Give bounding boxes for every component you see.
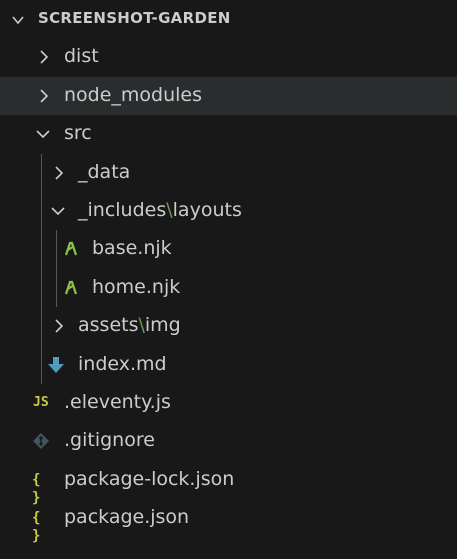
tree-item-data[interactable]: _data [0,154,457,192]
tree-item-src[interactable]: src [0,115,457,153]
tree-item-label: src [64,122,92,144]
chevron-right-icon[interactable] [36,88,52,104]
path-segment: layouts [172,199,242,221]
json-file-icon: { } [32,472,40,506]
explorer-section-header[interactable]: SCREENSHOT-GARDEN [0,0,457,38]
tree-item-label: _includes\layouts [78,199,242,221]
path-segment: assets [78,314,139,336]
tree-item-includes-layouts[interactable]: _includes\layouts [0,192,457,230]
tree-item-label: dist [64,45,99,67]
chevron-right-icon[interactable] [51,318,67,334]
tree-item-label: index.md [78,353,167,375]
tree-item-label: package.json [64,506,190,528]
chevron-down-icon[interactable] [50,203,66,219]
markdown-file-icon [48,357,64,373]
nunjucks-file-icon [64,280,78,295]
explorer-panel: SCREENSHOT-GARDEN dist node_modules src … [0,0,457,559]
path-segment: img [144,314,181,336]
javascript-file-icon: JS [33,395,49,410]
json-file-icon: { } [32,510,40,544]
chevron-right-icon[interactable] [36,49,52,65]
tree-item-label: package-lock.json [64,468,235,490]
tree-item-label: base.njk [92,237,172,259]
tree-item-index-md[interactable]: index.md [0,346,457,384]
git-file-icon [33,433,49,449]
tree-item-label: assets\img [78,314,181,336]
tree-item-package-json[interactable]: { } package.json [0,499,457,544]
chevron-down-icon[interactable] [10,12,26,28]
tree-item-eleventy-js[interactable]: JS .eleventy.js [0,384,457,422]
tree-item-label: node_modules [64,84,203,106]
tree-item-node-modules[interactable]: node_modules [0,77,457,115]
path-segment: _includes [78,199,167,221]
tree-item-label: .eleventy.js [64,391,171,413]
tree-item-base-njk[interactable]: base.njk [0,230,457,268]
chevron-right-icon[interactable] [51,165,67,181]
chevron-down-icon[interactable] [35,126,51,142]
tree-item-gitignore[interactable]: .gitignore [0,422,457,460]
tree-item-package-lock-json[interactable]: { } package-lock.json [0,461,457,506]
tree-item-dist[interactable]: dist [0,38,457,76]
tree-item-assets-img[interactable]: assets\img [0,307,457,345]
tree-item-home-njk[interactable]: home.njk [0,269,457,307]
nunjucks-file-icon [64,241,78,256]
explorer-section-title: SCREENSHOT-GARDEN [38,9,231,27]
tree-item-label: home.njk [92,276,181,298]
tree-item-label: _data [78,161,131,183]
tree-item-label: .gitignore [64,429,155,451]
